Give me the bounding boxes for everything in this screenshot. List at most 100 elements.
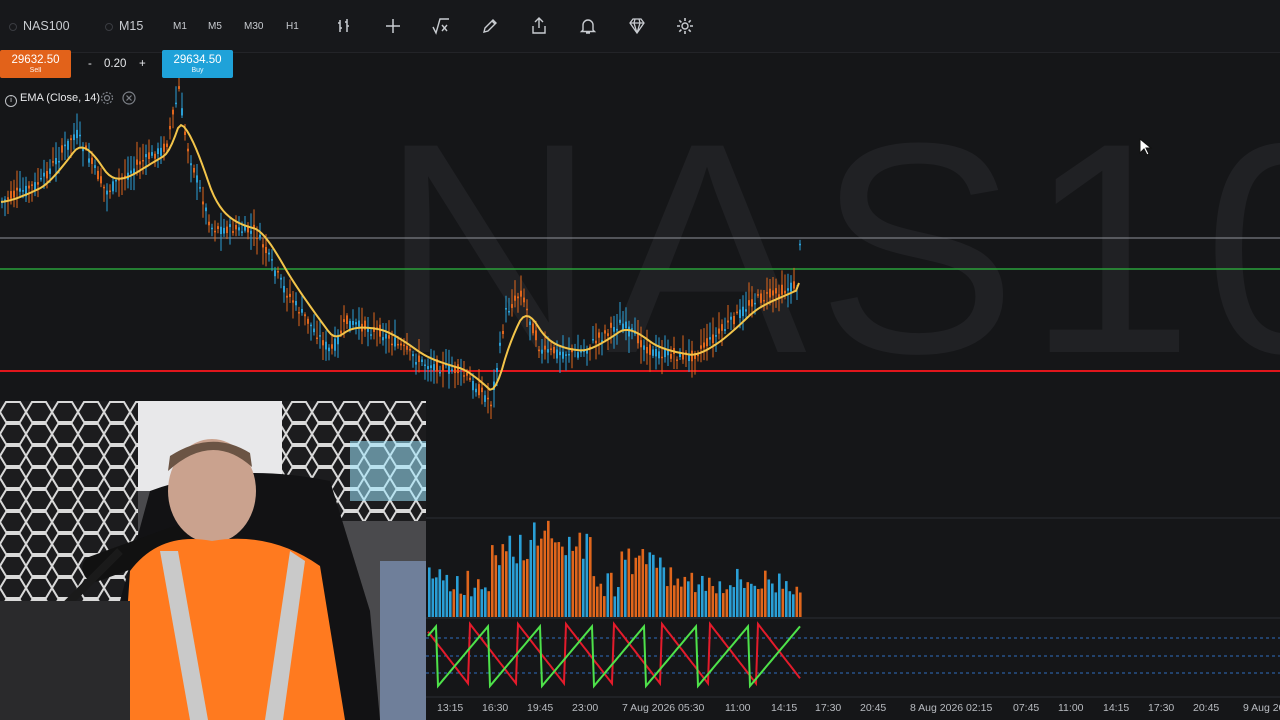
- volume-bar: [470, 596, 473, 617]
- volume-bar: [659, 557, 662, 617]
- indicator-settings-icon[interactable]: [100, 91, 114, 105]
- quantity-increase-button[interactable]: +: [139, 58, 146, 70]
- candle-body: [322, 340, 324, 346]
- candle-body: [766, 292, 768, 294]
- bell-icon[interactable]: [578, 16, 598, 36]
- candle-body: [544, 345, 546, 350]
- candle-body: [607, 333, 609, 336]
- candle-body: [262, 244, 264, 248]
- candle-body: [19, 188, 21, 192]
- candle-body: [406, 345, 408, 350]
- candle-body: [295, 301, 297, 306]
- candle-body: [241, 231, 243, 233]
- candle-body: [487, 397, 489, 400]
- volume-bar: [533, 522, 536, 617]
- function-icon[interactable]: [431, 16, 451, 36]
- volume-bars: [428, 520, 802, 617]
- volume-bar: [687, 581, 690, 617]
- quantity-value[interactable]: 0.20: [104, 58, 126, 70]
- volume-bar: [701, 575, 704, 617]
- time-label: 14:15: [1103, 702, 1130, 714]
- share-icon[interactable]: [529, 16, 549, 36]
- candle-body: [652, 349, 654, 356]
- candle-body: [562, 351, 564, 359]
- candle-body: [259, 234, 261, 238]
- volume-bar: [575, 546, 578, 617]
- candle-body: [61, 145, 63, 153]
- candle-body: [346, 315, 348, 324]
- candle-body: [205, 207, 207, 212]
- pencil-icon[interactable]: [480, 16, 500, 36]
- bar-chart-icon[interactable]: [334, 16, 354, 36]
- candle-body: [343, 319, 345, 322]
- candle-body: [208, 221, 210, 226]
- candle-body: [370, 334, 372, 336]
- candle-body: [313, 328, 315, 333]
- timeframe-m5[interactable]: M5: [208, 21, 222, 32]
- candle-body: [772, 290, 774, 296]
- gear-icon[interactable]: [675, 16, 695, 36]
- candle-body: [715, 335, 717, 337]
- volume-bar: [631, 574, 634, 617]
- candle-body: [676, 359, 678, 361]
- candle-body: [550, 348, 552, 350]
- indicator-label: EMA (Close, 14): [20, 92, 101, 104]
- candle-body: [49, 168, 51, 174]
- candle-body: [202, 201, 204, 205]
- volume-bar: [463, 595, 466, 617]
- candle-body: [391, 343, 393, 346]
- time-label: 17:30: [1148, 702, 1175, 714]
- volume-bar: [778, 573, 781, 617]
- candle-body: [511, 304, 513, 308]
- volume-bar: [512, 556, 515, 617]
- sell-label: Sell: [29, 67, 42, 74]
- symbol-label[interactable]: NAS100: [23, 19, 70, 33]
- timeframe-m30[interactable]: M30: [244, 21, 263, 32]
- candle-body: [535, 330, 537, 341]
- candle-body: [787, 288, 789, 291]
- candle-body: [451, 369, 453, 371]
- candle-body: [286, 295, 288, 298]
- candle-body: [214, 230, 216, 233]
- candle-body: [517, 296, 519, 299]
- candle-body: [307, 318, 309, 324]
- candle-body: [553, 346, 555, 354]
- volume-bar: [799, 592, 802, 617]
- candle-body: [298, 312, 300, 314]
- candle-body: [478, 384, 480, 396]
- volume-bar: [529, 539, 533, 617]
- volume-bar: [508, 535, 512, 617]
- candle-body: [499, 342, 501, 346]
- candle-body: [58, 160, 60, 163]
- candle-body: [523, 297, 525, 303]
- candle-body: [505, 308, 507, 310]
- candle-body: [31, 184, 33, 186]
- timeframe-h1[interactable]: H1: [286, 21, 299, 32]
- sell-button[interactable]: 29632.50 Sell: [0, 50, 71, 78]
- time-label: 8 Aug 2026 02:15: [910, 702, 993, 714]
- volume-bar: [522, 560, 526, 617]
- indicator-remove-icon[interactable]: [122, 91, 136, 105]
- candle-body: [628, 326, 630, 337]
- candle-body: [304, 314, 306, 317]
- volume-bar: [690, 572, 694, 617]
- candle-body: [130, 170, 132, 174]
- candle-body: [418, 355, 420, 362]
- indicator-visibility-icon[interactable]: i: [5, 95, 17, 107]
- candle-body: [136, 159, 138, 165]
- volume-bar: [704, 590, 708, 617]
- crosshair-icon[interactable]: [383, 16, 403, 36]
- quantity-stepper[interactable]: - 0.20 +: [79, 50, 155, 78]
- quantity-decrease-button[interactable]: -: [88, 58, 92, 70]
- candle-body: [97, 170, 99, 180]
- timeframe-m1[interactable]: M1: [173, 21, 187, 32]
- volume-bar: [480, 589, 484, 617]
- timeframe-selected[interactable]: M15: [119, 19, 143, 33]
- diamond-icon[interactable]: [627, 16, 647, 36]
- candle-body: [541, 349, 543, 354]
- volume-bar: [732, 587, 736, 617]
- candle-body: [187, 148, 189, 152]
- candle-body: [76, 129, 78, 139]
- buy-button[interactable]: 29634.50 Buy: [162, 50, 233, 78]
- volume-bar: [435, 577, 438, 617]
